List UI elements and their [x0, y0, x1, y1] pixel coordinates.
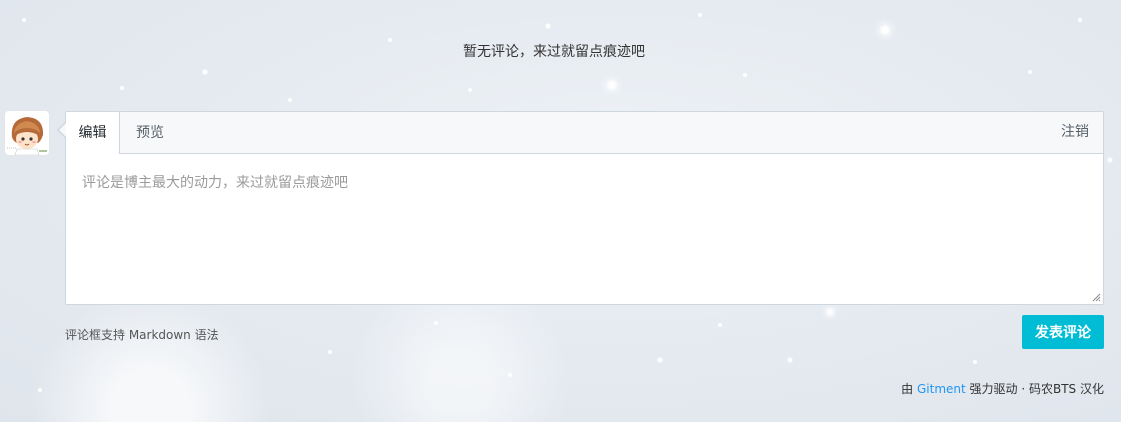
comment-editor: 编辑 预览 注销: [57, 111, 1104, 305]
powered-by-footer: 由 Gitment 强力驱动 · 码农BTS 汉化: [901, 380, 1104, 397]
footer-prefix: 由: [901, 382, 914, 396]
avatar-cartoon-icon: [5, 111, 49, 155]
resize-handle-icon[interactable]: [1092, 293, 1101, 302]
markdown-support-tip: 评论框支持 Markdown 语法: [65, 328, 219, 342]
editor-header: 编辑 预览 注销: [66, 112, 1103, 154]
footer-suffix: 强力驱动 · 码农BTS 汉化: [969, 382, 1104, 396]
tab-preview[interactable]: 预览: [136, 112, 164, 154]
empty-comments-message: 暂无评论，来过就留点痕迹吧: [463, 44, 645, 60]
comment-textarea[interactable]: [66, 154, 1103, 304]
user-avatar[interactable]: [5, 111, 49, 155]
logout-link[interactable]: 注销: [1061, 112, 1089, 153]
tab-edit[interactable]: 编辑: [66, 112, 120, 154]
gitment-link[interactable]: Gitment: [917, 382, 966, 396]
submit-comment-button[interactable]: 发表评论: [1022, 315, 1104, 349]
